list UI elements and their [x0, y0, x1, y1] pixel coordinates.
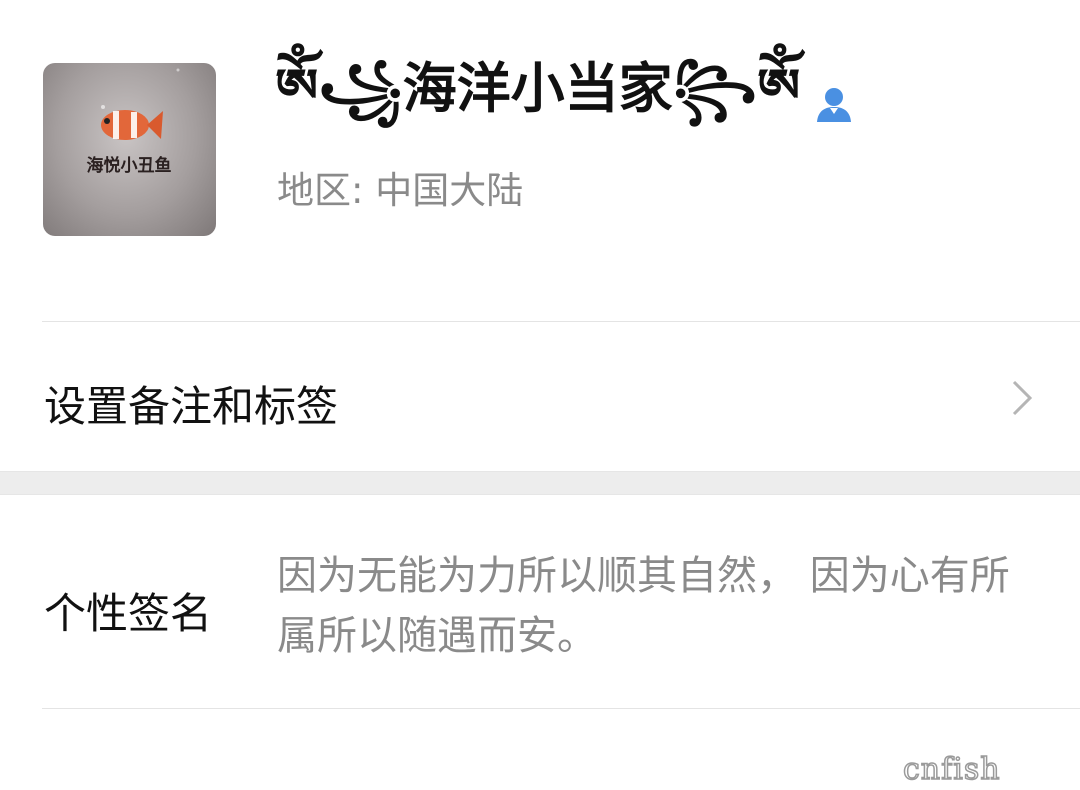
section-gap	[0, 471, 1080, 495]
signature-label: 个性签名	[44, 589, 213, 638]
name-row: ༀ꧁海洋小当家꧂ༀ	[275, 57, 854, 142]
clownfish-avatar-image: 海悦小丑鱼	[87, 68, 180, 176]
set-remark-and-tags-row[interactable]: 设置备注和标签	[0, 323, 1080, 471]
chevron-right-icon	[1012, 380, 1033, 416]
avatar[interactable]: 海悦小丑鱼	[43, 63, 216, 236]
region-info: 地区: 中国大陆	[277, 160, 523, 214]
profile-header: 海悦小丑鱼 ༀ꧁海洋小当家꧂ༀ 地区: 中国大陆	[0, 0, 1080, 322]
avatar-caption: 海悦小丑鱼	[87, 155, 172, 176]
person-icon	[814, 84, 854, 124]
divider	[42, 321, 1080, 322]
nickname: ༀ꧁海洋小当家꧂ༀ	[275, 57, 801, 120]
signature-text: 因为无能为力所以顺其自然， 因为心有所属所以随遇而安。	[277, 553, 1010, 659]
divider	[42, 708, 1080, 709]
region-label: 地区:	[277, 169, 364, 212]
region-value: 中国大陆	[375, 169, 524, 212]
remark-label: 设置备注和标签	[44, 382, 339, 431]
watermark: cnfish	[902, 751, 1001, 788]
